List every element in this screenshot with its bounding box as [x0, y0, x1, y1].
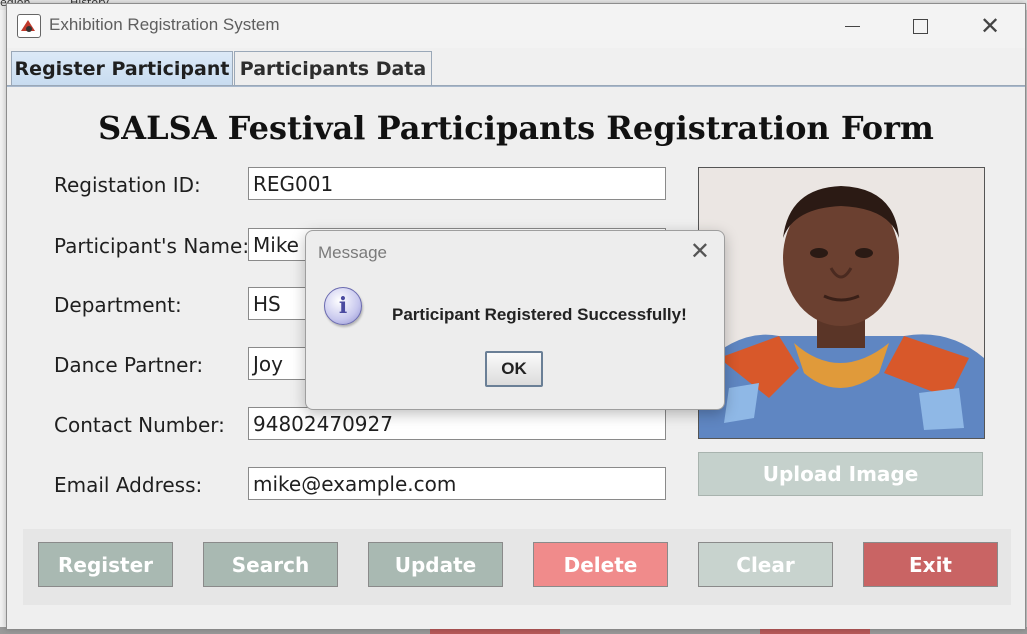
minimize-icon: [844, 25, 860, 27]
dialog-message: Participant Registered Successfully!: [392, 305, 687, 324]
contact-number-input[interactable]: 94802470927: [248, 407, 666, 440]
message-dialog: Message ✕ i Participant Registered Succe…: [305, 230, 725, 410]
info-icon: i: [324, 287, 362, 325]
register-button[interactable]: Register: [38, 542, 173, 587]
title-bar: Exhibition Registration System ✕: [7, 4, 1025, 48]
form-title: SALSA Festival Participants Registration…: [98, 109, 934, 147]
search-button[interactable]: Search: [203, 542, 338, 587]
app-icon: [17, 14, 41, 38]
email-address-label: Email Address:: [54, 473, 203, 497]
department-label: Department:: [54, 293, 182, 317]
window-title: Exhibition Registration System: [49, 15, 280, 34]
participant-photo: [698, 167, 985, 439]
update-button[interactable]: Update: [368, 542, 503, 587]
delete-button[interactable]: Delete: [533, 542, 668, 587]
dance-partner-label: Dance Partner:: [54, 353, 204, 377]
participant-name-label: Participant's Name:: [54, 234, 250, 258]
email-address-input[interactable]: mike@example.com: [248, 467, 666, 500]
app-window: Exhibition Registration System ✕ Registe…: [6, 3, 1026, 629]
maximize-button[interactable]: [892, 4, 948, 48]
minimize-button[interactable]: [824, 4, 880, 48]
exit-button[interactable]: Exit: [863, 542, 998, 587]
registration-id-input[interactable]: REG001: [248, 167, 666, 200]
maximize-icon: [912, 18, 928, 34]
upload-image-button[interactable]: Upload Image: [698, 452, 983, 496]
ok-button[interactable]: OK: [485, 351, 543, 387]
close-icon: ✕: [979, 12, 1001, 40]
dialog-close-icon[interactable]: ✕: [690, 237, 710, 265]
tab-register-participant[interactable]: Register Participant: [11, 51, 233, 85]
close-button[interactable]: ✕: [962, 4, 1018, 48]
tab-participants-data[interactable]: Participants Data: [234, 51, 432, 85]
contact-number-label: Contact Number:: [54, 413, 225, 437]
registration-id-label: Registation ID:: [54, 173, 201, 197]
clear-button[interactable]: Clear: [698, 542, 833, 587]
dialog-title: Message: [318, 243, 387, 262]
